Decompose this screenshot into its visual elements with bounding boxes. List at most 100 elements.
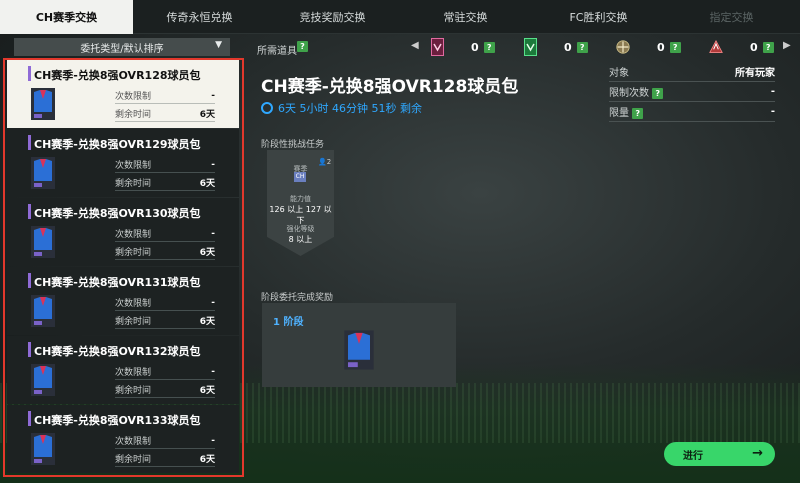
- limit-row: 次数限制 -: [115, 295, 215, 311]
- toolbar: 委托类型/默认排序 ▼ 所需道具 ? ◀ 0 ? 0 ? 0 ? 0 ? ▶: [0, 36, 800, 58]
- info-value: 所有玩家: [735, 68, 775, 79]
- remain-value: 6天: [199, 248, 215, 258]
- required-item-2: 0 ?: [523, 36, 588, 58]
- help-icon[interactable]: ?: [483, 41, 495, 53]
- chevron-down-icon: ▼: [215, 40, 222, 50]
- player-pack-icon[interactable]: [341, 328, 377, 372]
- info-limit-count: 限制次数 ? -: [609, 82, 775, 102]
- help-icon[interactable]: ?: [632, 108, 644, 119]
- limit-row: 次数限制 -: [115, 226, 215, 242]
- sort-dropdown[interactable]: 委托类型/默认排序 ▼: [14, 38, 230, 56]
- help-icon[interactable]: ?: [652, 88, 664, 99]
- info-target: 对象 所有玩家: [609, 62, 775, 82]
- player-pack-icon: [29, 155, 57, 191]
- help-icon[interactable]: ?: [762, 41, 774, 53]
- player-pack-icon: [29, 224, 57, 260]
- list-item[interactable]: CH赛季-兑换8强OVR133球员包 次数限制 - 剩余时间 6天: [7, 405, 239, 473]
- ability-label: 能力值: [290, 195, 311, 203]
- remain-label: 剩余时间: [115, 110, 152, 120]
- limit-label: 次数限制: [115, 437, 152, 447]
- required-item-4: 0 ?: [709, 36, 774, 58]
- list-item[interactable]: CH赛季-兑换8强OVR131球员包 次数限制 - 剩余时间 6天: [7, 267, 239, 335]
- proceed-button[interactable]: 进行 →: [664, 442, 775, 466]
- item-title: CH赛季-兑换8强OVR128球员包: [34, 69, 201, 82]
- limit-value: -: [211, 90, 215, 101]
- next-arrow-icon[interactable]: ▶: [783, 40, 791, 51]
- tab-permanent[interactable]: 常驻交换: [399, 0, 532, 34]
- type-marker: [28, 204, 31, 219]
- remain-label: 剩余时间: [115, 386, 152, 396]
- sort-label: 委托类型/默认排序: [80, 43, 164, 55]
- enhance-value: 8 以上: [288, 235, 313, 244]
- exchange-list: CH赛季-兑换8强OVR128球员包 次数限制 - 剩余时间 6天 CH赛季-兑换8…: [7, 60, 239, 474]
- list-item[interactable]: CH赛季-兑换8强OVR128球员包 次数限制 - 剩余时间 6天: [7, 60, 239, 128]
- limit-value: -: [211, 435, 215, 446]
- remain-label: 剩余时间: [115, 317, 152, 327]
- remain-value: 6天: [199, 386, 215, 396]
- help-icon[interactable]: ?: [297, 41, 308, 52]
- arrow-right-icon: →: [752, 446, 763, 461]
- info-value: -: [770, 86, 775, 97]
- remain-row: 剩余时间 6天: [115, 382, 215, 398]
- mission-badge: 赛季 CH 👤2 能力值 126 以上 127 以下 强化等级 8 以上: [267, 150, 334, 256]
- tab-designated[interactable]: 指定交换: [665, 0, 798, 34]
- limit-label: 次数限制: [115, 92, 152, 102]
- tab-ch-season[interactable]: CH赛季交换: [0, 0, 133, 34]
- proceed-label: 进行: [683, 450, 703, 462]
- remain-label: 剩余时间: [115, 179, 152, 189]
- type-marker: [28, 411, 31, 426]
- help-icon[interactable]: ?: [669, 41, 681, 53]
- limit-row: 次数限制 -: [115, 88, 215, 104]
- limit-row: 次数限制 -: [115, 364, 215, 380]
- limit-row: 次数限制 -: [115, 157, 215, 173]
- ability-value: 126 以上 127 以下: [269, 205, 332, 225]
- reward-panel: 1 阶段: [262, 303, 456, 387]
- item-title: CH赛季-兑换8强OVR130球员包: [34, 207, 201, 220]
- list-item[interactable]: CH赛季-兑换8强OVR132球员包 次数限制 - 剩余时间 6天: [7, 336, 239, 404]
- enhance-label: 强化等级: [286, 225, 315, 233]
- item-title: CH赛季-兑换8强OVR132球员包: [34, 345, 201, 358]
- red-token-icon: [709, 38, 723, 56]
- help-icon[interactable]: ?: [576, 41, 588, 53]
- type-marker: [28, 135, 31, 150]
- item-title: CH赛季-兑换8强OVR129球员包: [34, 138, 201, 151]
- required-items-label: 所需道具: [257, 46, 297, 57]
- remain-row: 剩余时间 6天: [115, 313, 215, 329]
- mission-section-label: 阶段性挑战任务: [261, 140, 325, 150]
- player-pack-icon: [29, 86, 57, 122]
- reward-stage: 1 阶段: [273, 317, 304, 328]
- type-marker: [28, 273, 31, 288]
- tab-fc-victory[interactable]: FC胜利交换: [532, 0, 665, 34]
- remain-value: 6天: [199, 110, 215, 120]
- person-icon: 👤2: [318, 158, 332, 166]
- player-pack-icon: [29, 293, 57, 329]
- limit-label: 次数限制: [115, 368, 152, 378]
- season-badge: CH: [294, 172, 306, 182]
- stopwatch-icon: [261, 102, 273, 114]
- player-pack-icon: [29, 431, 57, 467]
- list-item[interactable]: CH赛季-兑换8强OVR129球员包 次数限制 - 剩余时间 6天: [7, 129, 239, 197]
- tab-legend-eternal[interactable]: 传奇永恒兑换: [133, 0, 266, 34]
- info-label: 限量 ?: [609, 104, 644, 119]
- limit-label: 次数限制: [115, 230, 152, 240]
- timer-text: 6天 5小时 46分钟 51秒 剩余: [278, 102, 422, 115]
- info-quantity: 限量 ? -: [609, 102, 775, 122]
- tab-competitive-reward[interactable]: 竞技奖励交换: [266, 0, 399, 34]
- detail-title: CH赛季-兑换8强OVR128球员包: [261, 77, 519, 97]
- item-count: 0: [750, 40, 758, 54]
- list-item[interactable]: CH赛季-兑换8强OVR130球员包 次数限制 - 剩余时间 6天: [7, 198, 239, 266]
- required-item-1: 0 ?: [430, 36, 495, 58]
- remain-value: 6天: [199, 317, 215, 327]
- limit-row: 次数限制 -: [115, 433, 215, 449]
- limit-value: -: [211, 159, 215, 170]
- limit-label: 次数限制: [115, 299, 152, 309]
- limit-label: 次数限制: [115, 161, 152, 171]
- item-title: CH赛季-兑换8强OVR133球员包: [34, 414, 201, 427]
- remain-label: 剩余时间: [115, 455, 152, 465]
- prev-arrow-icon[interactable]: ◀: [411, 40, 419, 51]
- item-count: 0: [657, 40, 665, 54]
- limit-value: -: [211, 297, 215, 308]
- info-label: 对象: [609, 68, 629, 79]
- required-item-3: 0 ?: [616, 36, 681, 58]
- remain-row: 剩余时间 6天: [115, 451, 215, 467]
